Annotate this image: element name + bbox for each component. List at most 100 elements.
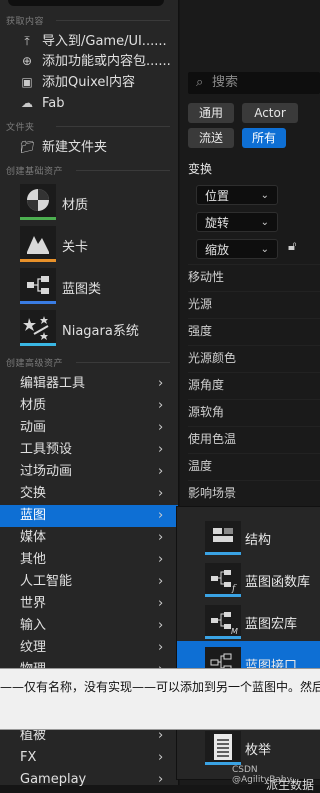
details-search-field[interactable]: ⌕ 搜索 [188, 72, 320, 94]
category-media[interactable]: 媒体 › [0, 527, 178, 549]
category-label: 其他 [20, 552, 47, 567]
category-world[interactable]: 世界 › [0, 593, 178, 615]
chevron-right-icon: › [158, 530, 164, 545]
svg-text:f: f [231, 584, 237, 594]
fab-menu-item[interactable]: ☁ Fab [0, 94, 178, 114]
submenu-label: 蓝图函数库 [245, 575, 311, 590]
submenu-label: 蓝图宏库 [245, 617, 298, 632]
add-quixel-menu-item[interactable]: ▣ 添加Quixel内容 [0, 73, 178, 93]
chevron-right-icon: › [158, 552, 164, 567]
submenu-label: 枚举 [245, 743, 272, 758]
location-dropdown[interactable]: 位置 ⌄ [196, 185, 278, 205]
category-blueprint[interactable]: 蓝图 › [0, 505, 178, 527]
chevron-right-icon: › [158, 596, 164, 611]
category-label: 世界 [20, 596, 47, 611]
filter-actor-button[interactable]: Actor [242, 103, 298, 123]
tooltip-text: ——仅有名称，没有实现——可以添加到另一个蓝图中。然后其 [0, 680, 320, 694]
asset-color-bar [20, 343, 56, 346]
section-folder: 文件夹 [6, 120, 176, 133]
asset-color-bar [205, 552, 241, 555]
category-label: 纹理 [20, 640, 47, 655]
add-feature-icon: ⊕ [21, 54, 33, 68]
asset-color-bar [205, 594, 241, 597]
import-label: 导入到/Game/UI...... [42, 34, 167, 49]
category-label: FX [20, 750, 37, 765]
add-feature-menu-item[interactable]: ⊕ 添加功能或内容包...... [0, 52, 178, 72]
intensity-row: 强度 [188, 318, 320, 343]
asset-level[interactable]: 关卡 [20, 226, 180, 264]
category-misc[interactable]: 其他 › [0, 549, 178, 571]
chevron-right-icon: › [158, 420, 164, 435]
filter-general-button[interactable]: 通用 [188, 103, 234, 123]
filter-streaming-button[interactable]: 流送 [188, 128, 234, 148]
asset-blueprint-class[interactable]: 蓝图类 [20, 268, 180, 306]
category-label: 动画 [20, 420, 47, 435]
category-ai[interactable]: 人工智能 › [0, 571, 178, 593]
category-tool-presets[interactable]: 工具预设 › [0, 439, 178, 461]
use-temperature-row: 使用色温 [188, 426, 320, 451]
category-editor-tools[interactable]: 编辑器工具 › [0, 373, 178, 395]
transform-header-label: 变换 [188, 162, 213, 176]
category-label: 媒体 [20, 530, 47, 545]
chevron-right-icon: › [158, 640, 164, 655]
level-label: 关卡 [62, 240, 89, 255]
menu-search-bar[interactable] [8, 0, 164, 6]
material-label: 材质 [62, 198, 89, 213]
rotation-dropdown[interactable]: 旋转 ⌄ [196, 212, 278, 232]
light-section-header[interactable]: 光源 [188, 291, 320, 316]
category-cinematics[interactable]: 过场动画 › [0, 461, 178, 483]
filter-all-button[interactable]: 所有 [242, 128, 286, 148]
tooltip: ——仅有名称，没有实现——可以添加到另一个蓝图中。然后其 [0, 668, 320, 730]
chevron-right-icon: › [158, 750, 164, 765]
submenu-blueprint-macro-library[interactable]: M 蓝图宏库 [177, 599, 320, 641]
category-label: 人工智能 [20, 574, 73, 589]
affects-world-row: 影响场景 [188, 480, 320, 505]
category-animation[interactable]: 动画 › [0, 417, 178, 439]
category-label: 交换 [20, 486, 47, 501]
chevron-right-icon: › [158, 508, 164, 523]
new-folder-label: 新建文件夹 [42, 140, 108, 155]
macro-library-icon: M [205, 605, 241, 639]
category-texture[interactable]: 纹理 › [0, 637, 178, 659]
submenu-structure[interactable]: 结构 [177, 515, 320, 557]
new-folder-menu-item[interactable]: 📁︎ 新建文件夹 [0, 138, 178, 158]
category-gameplay[interactable]: Gameplay › [0, 769, 178, 791]
category-fx[interactable]: FX › [0, 747, 178, 769]
submenu-label: 结构 [245, 533, 272, 548]
category-interchange[interactable]: 交换 › [0, 483, 178, 505]
enum-icon [205, 731, 241, 765]
asset-niagara-system[interactable]: Niagara系统 [20, 310, 180, 348]
function-library-icon: f [205, 563, 241, 597]
svg-text:M: M [231, 627, 238, 636]
chevron-right-icon: › [158, 772, 164, 787]
source-soft-angle-row: 源软角 [188, 399, 320, 424]
temperature-row: 温度 [188, 453, 320, 478]
chevron-down-icon: ⌄ [260, 244, 269, 255]
asset-color-bar [20, 217, 56, 220]
submenu-blueprint-function-library[interactable]: f 蓝图函数库 [177, 557, 320, 599]
location-label: 位置 [205, 189, 230, 203]
lock-icon[interactable]: 🔓︎ [288, 239, 296, 254]
chevron-right-icon: › [158, 376, 164, 391]
submenu-enumeration[interactable]: 枚举 [177, 725, 320, 767]
category-input[interactable]: 输入 › [0, 615, 178, 637]
blueprint-class-label: 蓝图类 [62, 282, 102, 297]
asset-color-bar [205, 636, 241, 639]
transform-section-header[interactable]: 变换 [188, 160, 212, 177]
blueprint-class-icon [20, 268, 56, 304]
level-icon [20, 226, 56, 262]
category-label: 工具预设 [20, 442, 73, 457]
mobility-row: 移动性 [188, 264, 320, 289]
import-icon: ⤒ [24, 34, 30, 48]
import-menu-item[interactable]: ⤒ 导入到/Game/UI...... [0, 32, 178, 52]
search-placeholder: 搜索 [212, 75, 239, 90]
category-label: 材质 [20, 398, 47, 413]
category-label: Gameplay [20, 772, 87, 787]
scale-dropdown[interactable]: 缩放 ⌄ [196, 239, 278, 259]
category-material[interactable]: 材质 › [0, 395, 178, 417]
scale-label: 缩放 [205, 243, 230, 257]
quixel-label: 添加Quixel内容 [42, 75, 135, 90]
category-label: 过场动画 [20, 464, 73, 479]
chevron-down-icon: ⌄ [260, 217, 269, 228]
asset-material[interactable]: 材质 [20, 184, 180, 222]
